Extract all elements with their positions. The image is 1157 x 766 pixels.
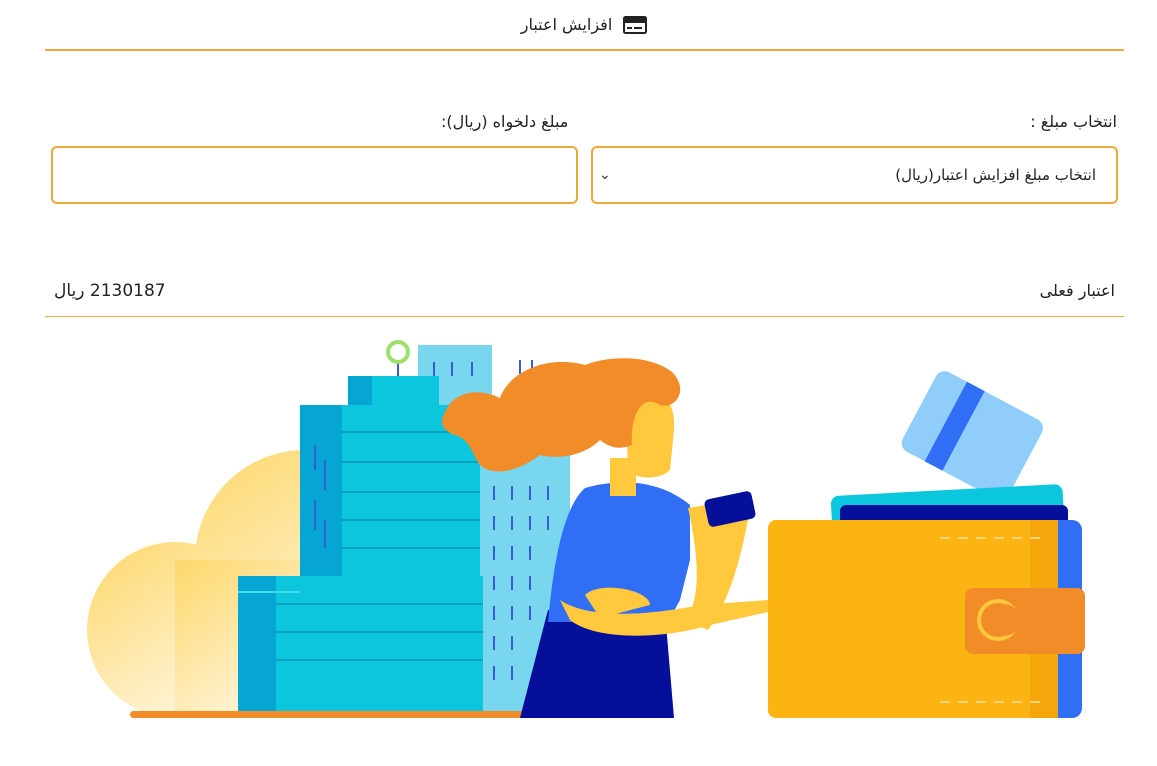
page-title: افزایش اعتبار — [520, 15, 613, 34]
credit-unit: ریال — [54, 281, 85, 301]
current-credit-label: اعتبار فعلی — [1039, 281, 1115, 300]
amount-select[interactable]: ⌄ انتخاب مبلغ افزایش اعتبار(ریال) — [591, 146, 1118, 204]
current-credit-value: 2130187 ریال — [54, 281, 166, 301]
custom-amount-input[interactable] — [51, 146, 578, 204]
page-header: افزایش اعتبار — [45, 0, 1124, 51]
credit-card-icon — [623, 15, 648, 34]
chevron-down-icon: ⌄ — [599, 167, 611, 183]
wallet-payment-illustration — [87, 340, 1085, 718]
select-amount-label: انتخاب مبلغ : — [1030, 112, 1117, 131]
amount-select-value: انتخاب مبلغ افزایش اعتبار(ریال) — [895, 166, 1096, 184]
credit-amount: 2130187 — [89, 281, 166, 301]
custom-amount-label: مبلغ دلخواه (ریال): — [441, 112, 569, 131]
current-credit-row: اعتبار فعلی 2130187 ریال — [45, 270, 1124, 317]
